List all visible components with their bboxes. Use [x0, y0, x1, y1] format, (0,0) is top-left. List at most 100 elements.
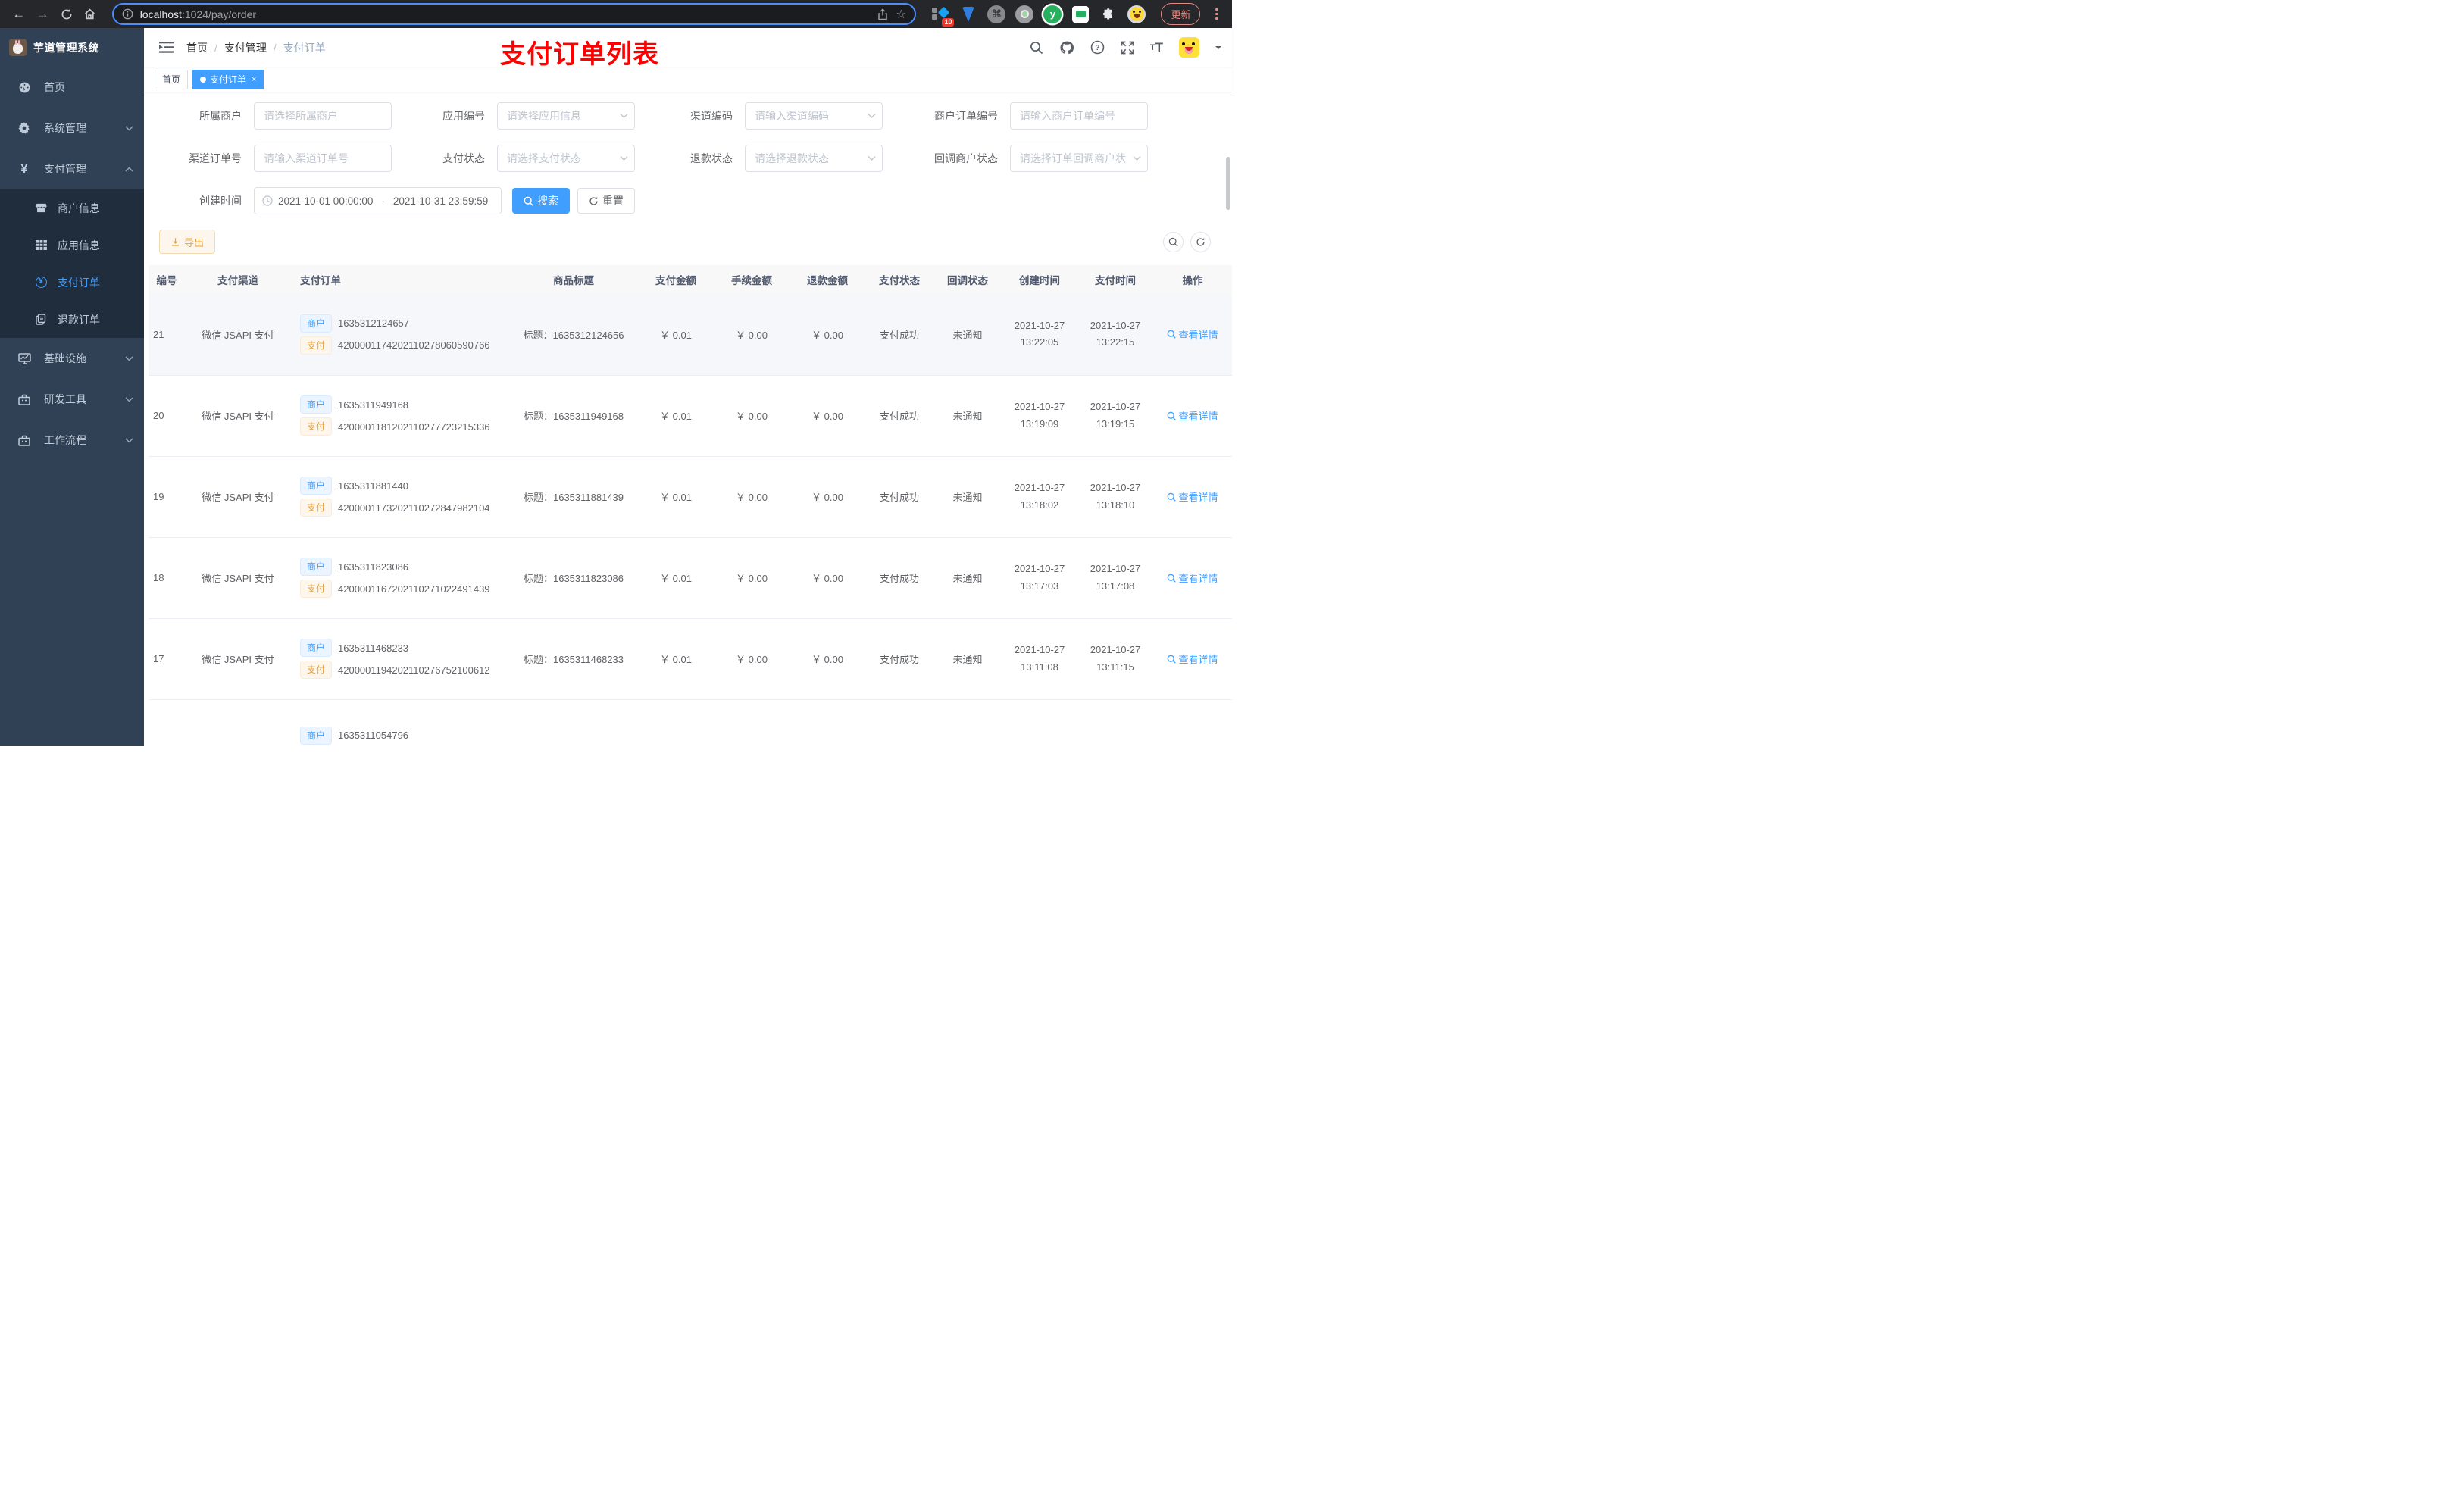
- channel-code-select[interactable]: [745, 102, 883, 130]
- table-row[interactable]: 17 微信 JSAPI 支付 商户 1635311468233 支付 4200001…: [149, 618, 1232, 700]
- app-logo[interactable]: 芋道管理系统: [0, 28, 144, 67]
- extension-y-icon[interactable]: y: [1043, 5, 1062, 23]
- merchant-input[interactable]: [254, 102, 392, 130]
- address-bar[interactable]: localhost:1024/pay/order ☆: [111, 3, 917, 25]
- home-icon[interactable]: [80, 5, 99, 24]
- date-end: 2021-10-31 23:59:59: [392, 195, 489, 207]
- cell-create-time: 2021-10-27 13:19:09: [1002, 375, 1077, 457]
- extension-diamond-icon[interactable]: 10: [931, 5, 955, 27]
- tag-pay-order[interactable]: 支付订单 ×: [192, 69, 264, 89]
- back-icon[interactable]: ←: [9, 5, 28, 24]
- breadcrumb-pay-manage[interactable]: 支付管理: [224, 40, 267, 55]
- top-navbar: 首页 / 支付管理 / 支付订单 支付订单列表 ? T T: [144, 28, 1232, 69]
- breadcrumb-home[interactable]: 首页: [186, 40, 208, 55]
- sidebar-item-app-info[interactable]: 应用信息: [0, 227, 144, 264]
- browser-menu-icon[interactable]: [1211, 5, 1223, 23]
- sidebar-item-infra[interactable]: 基础设施: [0, 338, 144, 379]
- avatar-caret-icon[interactable]: [1215, 45, 1221, 52]
- cell-refund: ￥ 0.00: [790, 375, 865, 457]
- cell-pay-order: 商户 1635311881440 支付 4200001173202110272847…: [291, 456, 509, 538]
- table-row[interactable]: 19 微信 JSAPI 支付 商户 1635311881440 支付 4200001…: [149, 456, 1232, 538]
- github-icon[interactable]: [1059, 40, 1074, 55]
- magnifier-icon: [1168, 330, 1177, 339]
- sidebar-item-label: 退款订单: [58, 313, 100, 326]
- view-detail-link[interactable]: 查看详情: [1167, 489, 1218, 504]
- user-avatar[interactable]: [1179, 37, 1199, 58]
- extension-record-icon[interactable]: [1015, 5, 1034, 23]
- refresh-table-icon[interactable]: [1190, 231, 1211, 252]
- channel-order-no-input[interactable]: [254, 145, 392, 172]
- col-title: 商品标题: [509, 265, 638, 294]
- sidebar-item-pay-order[interactable]: ¥ 支付订单: [0, 264, 144, 301]
- search-icon[interactable]: [1030, 41, 1043, 55]
- sidebar-item-merchant-info[interactable]: 商户信息: [0, 189, 144, 227]
- export-button[interactable]: 导出: [159, 230, 216, 254]
- tag-close-icon[interactable]: ×: [252, 75, 256, 84]
- filter-notify-status: 回调商户状态: [883, 145, 1148, 172]
- sidebar-item-system[interactable]: 系统管理: [0, 108, 144, 148]
- extension-chat-icon[interactable]: [1071, 5, 1090, 23]
- font-size-icon[interactable]: TT: [1150, 40, 1163, 55]
- show-search-icon[interactable]: [1163, 231, 1184, 252]
- extension-command-icon[interactable]: ⌘: [987, 5, 1006, 23]
- view-detail-link[interactable]: 查看详情: [1167, 652, 1218, 666]
- sidebar-collapse-icon[interactable]: [155, 36, 179, 58]
- date-range-picker[interactable]: 2021-10-01 00:00:00 - 2021-10-31 23:59:5…: [254, 187, 502, 214]
- cell-id: 18: [149, 537, 185, 619]
- cell-title: 标题：1635311468233: [509, 618, 638, 700]
- reload-icon[interactable]: [57, 5, 76, 24]
- extensions-puzzle-icon[interactable]: [1099, 5, 1118, 23]
- notify-status-select[interactable]: [1010, 145, 1148, 172]
- help-icon[interactable]: ?: [1090, 40, 1105, 55]
- pay-status-select[interactable]: [497, 145, 635, 172]
- reset-button[interactable]: 重置: [577, 188, 635, 214]
- forward-icon[interactable]: →: [33, 5, 52, 24]
- filter-label: 退款状态: [690, 152, 733, 164]
- chevron-down-icon: [125, 438, 133, 443]
- view-detail-link[interactable]: 查看详情: [1167, 408, 1218, 423]
- sidebar-item-refund-order[interactable]: 退款订单: [0, 301, 144, 338]
- browser-toolbar: ← → localhost:1024/pay/order ☆ 10 ⌘ y 更新: [0, 0, 1232, 28]
- table-row[interactable]: 18 微信 JSAPI 支付 商户 1635311823086 支付 4200001…: [149, 537, 1232, 619]
- fullscreen-icon[interactable]: [1121, 41, 1134, 55]
- gear-icon: [15, 122, 33, 134]
- site-info-icon[interactable]: [122, 8, 133, 20]
- search-button[interactable]: 搜索: [512, 188, 570, 214]
- share-icon[interactable]: [877, 8, 889, 20]
- cell-pay-order: 商户 1635311949168 支付 4200001181202110277723…: [291, 375, 509, 457]
- refund-status-select[interactable]: [745, 145, 883, 172]
- merchant-order-no-input[interactable]: [1010, 102, 1148, 130]
- cell-amount: ￥ 0.01: [638, 294, 714, 376]
- sidebar-item-dev-tools[interactable]: 研发工具: [0, 379, 144, 420]
- cell-title: 标题：1635311949168: [509, 375, 638, 457]
- table-row[interactable]: 20 微信 JSAPI 支付 商户 1635311949168 支付 4200001…: [149, 375, 1232, 457]
- filter-channel-code: 渠道编码: [635, 102, 883, 130]
- browser-update-button[interactable]: 更新: [1161, 3, 1201, 25]
- extension-kite-icon[interactable]: [959, 5, 977, 23]
- sidebar-item-home[interactable]: 首页: [0, 67, 144, 108]
- sidebar-item-workflow[interactable]: 工作流程: [0, 420, 144, 461]
- toolbox-icon: [15, 394, 33, 405]
- app-select[interactable]: [497, 102, 635, 130]
- table-row[interactable]: 21 微信 JSAPI 支付 商户 1635312124657 支付 4200001…: [149, 294, 1232, 376]
- active-dot: [200, 76, 207, 83]
- sidebar-item-pay[interactable]: ¥ 支付管理: [0, 148, 144, 189]
- store-icon: [33, 202, 48, 214]
- filter-label: 渠道编码: [690, 110, 733, 122]
- merchant-tag: 商户: [300, 726, 333, 745]
- table-row-partial[interactable]: 商户 1635311054796: [149, 699, 1232, 749]
- magnifier-icon: [1168, 492, 1177, 502]
- filter-label: 回调商户状态: [934, 152, 998, 164]
- sidebar-item-label: 研发工具: [44, 393, 86, 405]
- page-scrollbar[interactable]: [1226, 157, 1230, 210]
- cell-create-time: 2021-10-27 13:22:05: [1002, 294, 1077, 376]
- filter-create-time: 创建时间 2021-10-01 00:00:00 - 2021-10-31 23…: [159, 187, 502, 214]
- browser-profile-avatar[interactable]: [1127, 5, 1146, 23]
- tag-home[interactable]: 首页: [155, 69, 189, 89]
- view-detail-link[interactable]: 查看详情: [1167, 570, 1218, 585]
- date-separator: -: [381, 195, 385, 207]
- view-detail-link[interactable]: 查看详情: [1167, 327, 1218, 342]
- bookmark-star-icon[interactable]: ☆: [896, 7, 906, 22]
- cell-channel: 微信 JSAPI 支付: [185, 618, 291, 700]
- chevron-down-icon: [125, 397, 133, 402]
